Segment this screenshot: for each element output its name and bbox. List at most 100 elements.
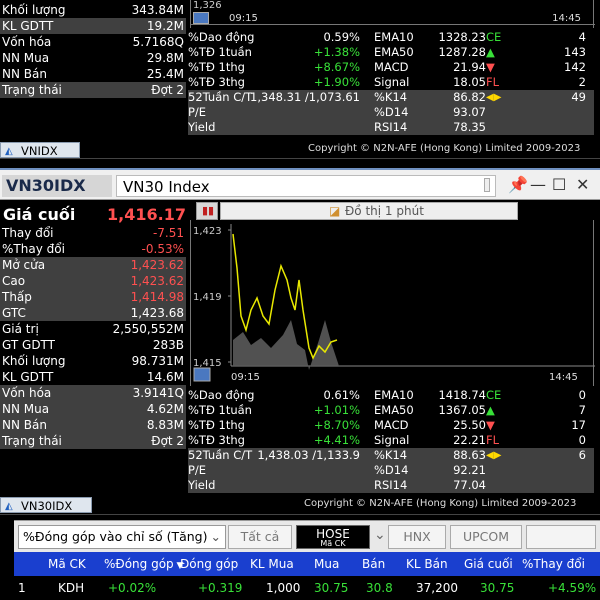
- tab-1min-chart[interactable]: ◪ Đồ thị 1 phút: [220, 202, 518, 220]
- tab-candles[interactable]: ▮▮: [196, 202, 218, 220]
- summary-label: NN Bán: [2, 67, 47, 81]
- summary-value: 1,414.98: [130, 290, 184, 304]
- col-header-vol-buy[interactable]: KL Mua: [250, 552, 294, 576]
- ranking-filter-value: %Đóng góp vào chỉ số (Tăng): [23, 529, 208, 544]
- candle-icon: ▮▮: [202, 204, 215, 217]
- signal-marker: ◀▶: [486, 450, 502, 461]
- summary-value: 14.6M: [146, 370, 184, 384]
- summary-row: Vốn hóa 3.9141Q: [0, 385, 186, 401]
- stat-label: %TĐ 3thg: [188, 433, 245, 447]
- stats-row: %TĐ 1thg +8.70% MACD 25.50 ▼ 17: [188, 418, 594, 433]
- summary-row: NN Mua 4.62M: [0, 401, 186, 417]
- y-tick-label: 1,423: [193, 226, 222, 237]
- indicator-label: RSI14: [374, 478, 408, 492]
- col-header-pct-contrib-label: %Đóng góp: [104, 557, 174, 571]
- col-header-buy[interactable]: Mua: [314, 552, 339, 576]
- tab-hnx[interactable]: HNX: [388, 525, 446, 549]
- summary-value: -0.53%: [141, 242, 184, 256]
- indicator-value: 1418.74: [438, 388, 486, 402]
- window-titlebar[interactable]: VN30IDX VN30 Index 📌 — ☐ ✕: [0, 168, 600, 200]
- stats-row: %TĐ 1thg +8.67% MACD 21.94 ▼ 142: [188, 60, 594, 75]
- close-icon[interactable]: ✕: [576, 176, 589, 194]
- indicator-label: %K14: [374, 90, 408, 104]
- col-header-vol-sell[interactable]: KL Bán: [406, 552, 448, 576]
- chart-zoom-icon[interactable]: [193, 12, 209, 24]
- indicator-label: RSI14: [374, 120, 408, 134]
- table-row[interactable]: 1 KDH +0.02% +0.319 1,000 30.75 30.8 37,…: [14, 576, 600, 600]
- tab-hose[interactable]: HOSE Mã CK: [296, 525, 370, 549]
- chart-zoom-icon[interactable]: [193, 367, 211, 382]
- stat-label: 52Tuần C/T: [188, 448, 253, 462]
- indicator-value: 25.50: [453, 418, 486, 432]
- summary-value: 29.8M: [146, 51, 184, 65]
- summary-label: Khối lượng: [2, 3, 66, 17]
- row-pct-change: +4.59%: [548, 581, 597, 595]
- vn30-intraday-chart[interactable]: 1,423 1,419 1,415 09:15 14:45: [190, 220, 595, 386]
- indicator-label: MACD: [374, 418, 409, 432]
- indicator-label: MACD: [374, 60, 409, 74]
- signal-count: 143: [564, 45, 586, 59]
- summary-row: KL GDTT 14.6M: [0, 369, 186, 385]
- col-header-last[interactable]: Giá cuối: [464, 552, 513, 576]
- col-header-pct-contrib[interactable]: %Đóng góp ▼: [104, 552, 183, 578]
- minimize-icon[interactable]: —: [530, 176, 546, 194]
- y-tick-label: 1,419: [193, 292, 222, 303]
- row-vol-sell: 37,200: [416, 581, 458, 595]
- col-header-contrib[interactable]: Đóng góp: [180, 552, 238, 576]
- stat-label: %Dao động: [188, 30, 255, 44]
- signal-marker: CE: [486, 30, 502, 44]
- summary-row: Vốn hóa 5.7168Q: [0, 34, 186, 50]
- summary-value: 4.62M: [146, 402, 184, 416]
- summary-row: Khối lượng 98.731M: [0, 353, 186, 369]
- stats-row: Yield RSI14 77.04: [188, 478, 594, 493]
- stat-value: 1,348.31 /1,073.61: [250, 90, 360, 104]
- stat-value: +1.90%: [313, 75, 360, 89]
- indicator-value: 77.04: [453, 478, 486, 492]
- copyright-text: Copyright © N2N-AFE (Hong Kong) Limited …: [308, 143, 581, 154]
- summary-label: Trạng thái: [2, 434, 62, 448]
- ranking-filter-select[interactable]: %Đóng góp vào chỉ số (Tăng) ⌄: [18, 525, 226, 549]
- row-code[interactable]: KDH: [58, 576, 84, 600]
- dropdown-handle[interactable]: [484, 178, 490, 192]
- summary-label: Trạng thái: [2, 83, 62, 97]
- summary-value: 8.83M: [146, 418, 184, 432]
- indicator-value: 1287.28: [438, 45, 486, 59]
- signal-marker: ▼: [486, 60, 495, 74]
- vn30-summary: Thay đổi -7.51 %Thay đổi -0.53% Mở cửa 1,423.…: [0, 225, 186, 449]
- signal-count: 2: [578, 75, 586, 89]
- col-header-code[interactable]: Mã CK: [48, 552, 86, 576]
- stat-label: %Dao động: [188, 388, 255, 402]
- indicator-label: %D14: [374, 105, 409, 119]
- vnidx-tab[interactable]: ◭ VNIDX: [0, 142, 80, 158]
- summary-value: 25.4M: [146, 67, 184, 81]
- summary-label: Cao: [2, 274, 26, 288]
- col-header-sell[interactable]: Bán: [362, 552, 385, 576]
- summary-label: GTC: [2, 306, 26, 320]
- summary-row: Trạng thái Đợt 2: [0, 82, 186, 98]
- stats-row: 52Tuần C/T 1,438.03 /1,133.9 %K14 88.63 ◀▶ 6: [188, 448, 594, 463]
- y-tick-label: 1,415: [193, 358, 222, 369]
- symbol-code[interactable]: VN30IDX: [2, 175, 112, 197]
- indicator-value: 1367.05: [438, 403, 486, 417]
- signal-count: 17: [571, 418, 586, 432]
- intraday-chart-svg: 1,423 1,419 1,415 09:15 14:45: [193, 224, 595, 383]
- stats-row: %TĐ 1tuần +1.01% EMA50 1367.05 ▲ 7: [188, 403, 594, 418]
- tab-upcom[interactable]: UPCOM: [450, 525, 522, 549]
- tab-all[interactable]: Tất cả: [228, 525, 292, 549]
- vnidx-x-start: 09:15: [229, 13, 258, 24]
- summary-row: GT GDTT 283B: [0, 337, 186, 353]
- app-root: Khối lượng 343.84M KL GDTT 19.2M Vốn hóa 5.71…: [0, 0, 600, 600]
- vn30idx-tab[interactable]: ◭ VN30IDX: [0, 497, 92, 513]
- col-header-pct-change[interactable]: %Thay đổi: [522, 552, 585, 576]
- summary-value: 283B: [152, 338, 184, 352]
- summary-label: Vốn hóa: [2, 386, 52, 400]
- stat-label: %TĐ 1thg: [188, 418, 245, 432]
- stats-row: P/E %D14 93.07: [188, 105, 594, 120]
- pin-icon[interactable]: 📌: [508, 176, 528, 194]
- vnidx-tab-label: VNIDX: [21, 144, 58, 158]
- stat-label: 52Tuần C/T: [188, 90, 253, 104]
- chevron-down-icon[interactable]: ⌄: [374, 527, 386, 543]
- stat-label: Yield: [188, 478, 216, 492]
- maximize-icon[interactable]: ☐: [552, 176, 566, 194]
- tab-extra[interactable]: [526, 525, 596, 549]
